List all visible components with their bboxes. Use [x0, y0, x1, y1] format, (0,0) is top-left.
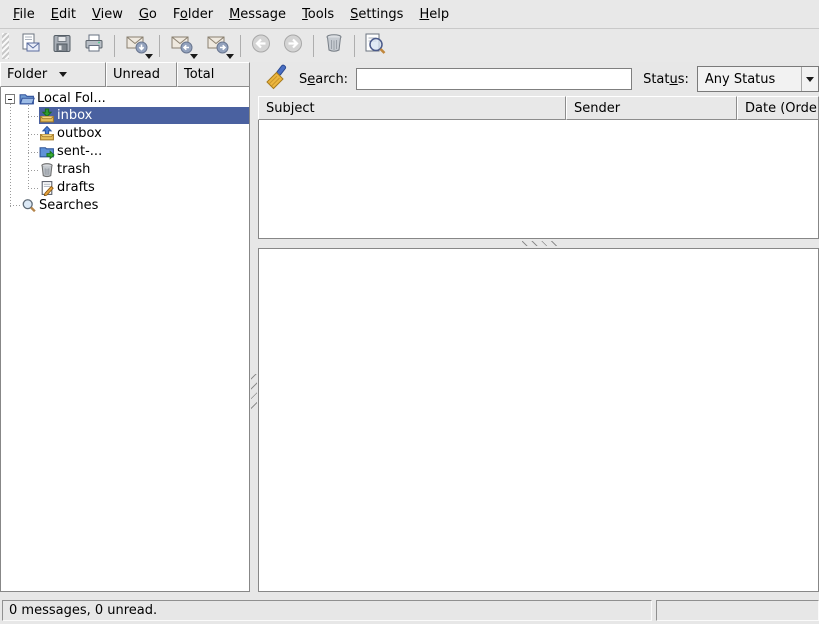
print-icon — [82, 32, 106, 60]
column-header-unread[interactable]: Unread — [106, 62, 177, 87]
check-mail-button[interactable] — [119, 31, 155, 61]
save-icon — [50, 32, 74, 60]
search-label: Search: — [299, 72, 348, 87]
new-message-icon — [18, 32, 42, 60]
statusbar-progress-panel — [656, 600, 819, 621]
go-back-icon — [249, 32, 273, 60]
toolbar-drag-handle[interactable] — [2, 33, 9, 59]
menu-message[interactable]: Message — [221, 3, 294, 26]
folder-tree: Local Fol... inbox outbox sent-... — [0, 87, 250, 592]
forward-button[interactable] — [200, 31, 236, 61]
trash-icon — [322, 32, 346, 60]
search-folder-icon — [21, 198, 37, 214]
menu-settings[interactable]: Settings — [342, 3, 411, 26]
forward-dropdown-caret-icon[interactable] — [226, 54, 234, 59]
menubar: File Edit View Go Folder Message Tools S… — [0, 0, 819, 29]
column-header-subject[interactable]: Subject — [258, 96, 566, 120]
save-button[interactable] — [46, 31, 78, 61]
go-back-button[interactable] — [245, 31, 277, 61]
message-list-header: Subject Sender Date (Order o — [258, 96, 819, 120]
folder-item-inbox[interactable]: inbox — [39, 107, 249, 124]
chevron-down-icon — [806, 77, 814, 82]
column-header-sender[interactable]: Sender — [566, 96, 737, 120]
reply-dropdown-caret-icon[interactable] — [190, 54, 198, 59]
folder-item-trash[interactable]: trash — [39, 161, 249, 178]
status-combobox[interactable]: Any Status — [697, 66, 819, 92]
folder-item-searches[interactable]: Searches — [21, 197, 249, 214]
folder-item-drafts[interactable]: drafts — [39, 179, 249, 196]
splitter-grip[interactable] — [251, 374, 257, 412]
sort-caret-down-icon — [59, 72, 67, 77]
go-forward-button[interactable] — [277, 31, 309, 61]
print-button[interactable] — [78, 31, 110, 61]
menu-help[interactable]: Help — [411, 3, 457, 26]
column-header-folder[interactable]: Folder — [0, 62, 106, 87]
folder-item-sent-mail[interactable]: sent-... — [39, 143, 249, 160]
message-list-body — [258, 120, 819, 239]
toolbar-separator — [114, 35, 115, 57]
splitter-grip[interactable] — [522, 241, 560, 246]
toolbar-separator — [159, 35, 160, 57]
drafts-icon — [39, 180, 55, 196]
find-messages-icon — [362, 31, 388, 61]
column-header-date[interactable]: Date (Order o — [737, 96, 819, 120]
check-mail-dropdown-caret-icon[interactable] — [145, 54, 153, 59]
menu-folder[interactable]: Folder — [165, 3, 221, 26]
statusbar-message-count: 0 messages, 0 unread. — [2, 600, 652, 621]
open-folder-icon — [19, 91, 35, 107]
combo-arrow-button[interactable] — [801, 67, 818, 91]
trash-folder-icon — [39, 162, 55, 178]
folder-list-header: Folder Unread Total — [0, 62, 250, 87]
folder-item-local-folders[interactable]: Local Fol... — [19, 90, 249, 107]
horizontal-splitter[interactable] — [258, 239, 819, 248]
menu-tools[interactable]: Tools — [294, 3, 342, 26]
tree-guide — [28, 105, 29, 188]
main-toolbar — [0, 29, 819, 62]
menu-view[interactable]: View — [84, 3, 131, 26]
reply-button[interactable] — [164, 31, 200, 61]
clear-search-button[interactable] — [261, 64, 293, 94]
statusbar: 0 messages, 0 unread. — [0, 592, 819, 624]
folder-item-outbox[interactable]: outbox — [39, 125, 249, 142]
outbox-icon — [39, 126, 55, 142]
find-messages-button[interactable] — [359, 31, 391, 61]
toolbar-separator — [354, 35, 355, 57]
go-forward-icon — [281, 32, 305, 60]
quick-search-bar: Search: Status: Any Status — [258, 62, 819, 96]
status-label: Status: — [643, 72, 689, 87]
broom-icon — [264, 64, 290, 94]
menu-edit[interactable]: Edit — [43, 3, 84, 26]
sent-mail-icon — [39, 144, 55, 160]
toolbar-separator — [313, 35, 314, 57]
search-input[interactable] — [356, 68, 632, 90]
tree-guide — [10, 104, 11, 207]
status-combobox-value: Any Status — [698, 72, 801, 87]
message-preview-pane — [258, 248, 819, 592]
trash-button[interactable] — [318, 31, 350, 61]
tree-guide — [10, 205, 21, 206]
menu-go[interactable]: Go — [131, 3, 165, 26]
menu-file[interactable]: File — [5, 3, 43, 26]
toolbar-separator — [240, 35, 241, 57]
inbox-icon — [39, 108, 55, 124]
collapse-expander[interactable] — [5, 94, 15, 104]
new-message-button[interactable] — [14, 31, 46, 61]
vertical-splitter[interactable] — [250, 62, 258, 592]
column-header-total[interactable]: Total — [177, 62, 250, 87]
